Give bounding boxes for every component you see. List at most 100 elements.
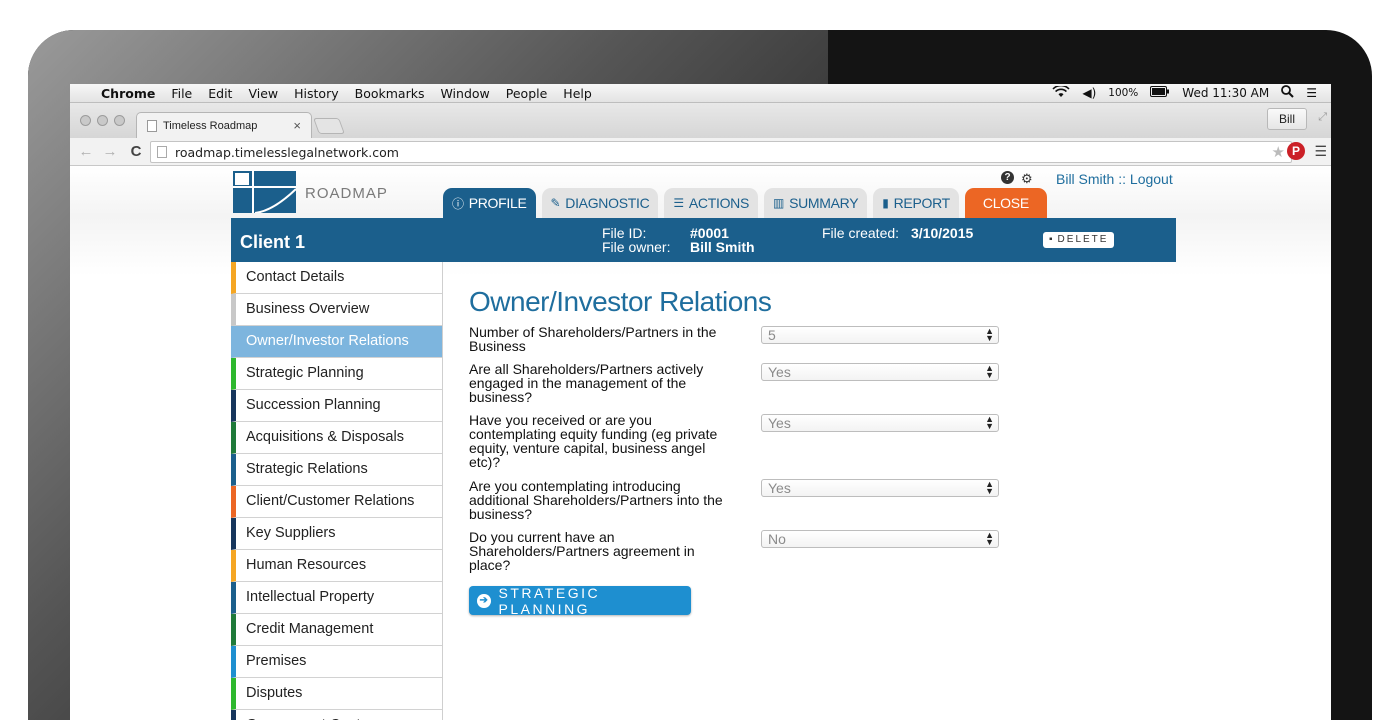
sidebar-item-human-resources[interactable]: Human Resources — [231, 550, 442, 582]
file-created-label: File created: — [822, 225, 900, 241]
sidebar-item-disputes[interactable]: Disputes — [231, 678, 442, 710]
delete-label: DELETE — [1057, 234, 1109, 245]
sidebar-item-contact-details[interactable]: Contact Details — [231, 262, 442, 294]
url-text: roadmap.timelesslegalnetwork.com — [175, 144, 399, 160]
page-title: Owner/Investor Relations — [469, 286, 772, 317]
browser-tab[interactable]: Timeless Roadmap × — [136, 112, 312, 138]
browser-toolbar: ← → C roadmap.timelesslegalnetwork.com ★… — [70, 138, 1331, 166]
battery-percent: 100% — [1108, 87, 1139, 99]
header-icons: ? ⚙ — [1001, 171, 1033, 187]
info-icon: ⓘ — [452, 196, 464, 211]
fullscreen-icon[interactable]: ⤢ — [1318, 111, 1327, 124]
select-value: Yes — [768, 415, 791, 431]
sidebar-item-strategic-planning[interactable]: Strategic Planning — [231, 358, 442, 390]
tab-label: CLOSE — [982, 195, 1029, 211]
sidebar-item-acquisitions-disposals[interactable]: Acquisitions & Disposals — [231, 422, 442, 454]
chrome-menu-icon[interactable]: ☰ — [1314, 143, 1327, 160]
close-tab-icon[interactable]: × — [293, 118, 301, 133]
roadmap-logo — [233, 171, 296, 213]
gear-icon[interactable]: ⚙ — [1021, 171, 1033, 187]
profile-button[interactable]: Bill — [1267, 108, 1307, 130]
equity-funding-select[interactable]: Yes ▲ ▼ — [761, 414, 999, 432]
tab-label: ACTIONS — [688, 195, 750, 211]
battery-icon[interactable] — [1150, 86, 1170, 100]
client-header: Client 1 File ID: #0001 File owner: Bill… — [231, 218, 1176, 262]
client-name: Client 1 — [240, 232, 306, 252]
tab-report[interactable]: ▮ REPORT — [873, 188, 959, 218]
menu-window[interactable]: Window — [440, 86, 489, 101]
select-value: No — [768, 531, 786, 547]
page-icon — [147, 119, 157, 132]
sidebar-item-credit-management[interactable]: Credit Management — [231, 614, 442, 646]
sidebar-item-key-suppliers[interactable]: Key Suppliers — [231, 518, 442, 550]
menu-people[interactable]: People — [506, 86, 548, 101]
address-bar[interactable]: roadmap.timelesslegalnetwork.com ★ — [150, 141, 1292, 163]
select-arrows-icon: ▲ ▼ — [985, 326, 994, 343]
list-icon: ☰ — [673, 196, 684, 210]
menu-view[interactable]: View — [248, 86, 278, 101]
wifi-icon[interactable] — [1052, 84, 1070, 101]
spotlight-search-icon[interactable] — [1281, 85, 1294, 101]
sidebar-item-government[interactable]: Government Cont... — [231, 710, 442, 720]
menu-edit[interactable]: Edit — [208, 86, 232, 101]
help-icon[interactable]: ? — [1001, 171, 1014, 184]
reload-icon[interactable]: C — [128, 143, 144, 160]
shareholders-agreement-select[interactable]: No ▲ ▼ — [761, 530, 999, 548]
arrow-right-icon: ➔ — [477, 593, 491, 608]
file-created-value: 3/10/2015 — [911, 225, 974, 241]
sidebar-item-owner-investor-relations[interactable]: Owner/Investor Relations — [231, 326, 442, 358]
sidebar-item-succession-planning[interactable]: Succession Planning — [231, 390, 442, 422]
section-sidebar: Contact Details Business Overview Owner/… — [231, 262, 443, 720]
sidebar-item-premises[interactable]: Premises — [231, 646, 442, 678]
tab-diagnostic[interactable]: ✎ DIAGNOSTIC — [541, 188, 659, 218]
document-icon: ▮ — [882, 196, 889, 210]
tab-label: REPORT — [893, 195, 951, 211]
bookmark-star-icon[interactable]: ★ — [1272, 143, 1285, 161]
file-owner-label: File owner: — [602, 239, 671, 255]
select-value: 5 — [768, 327, 776, 343]
window-controls — [80, 115, 125, 126]
volume-icon[interactable]: ◀) — [1082, 86, 1096, 100]
app-page: ROADMAP ⓘ PROFILE ✎ DIAGNOSTIC ☰ ACTIONS… — [70, 166, 1331, 720]
menu-file[interactable]: File — [171, 86, 192, 101]
shareholders-engaged-select[interactable]: Yes ▲ ▼ — [761, 363, 999, 381]
question-label: Have you received or are you contemplati… — [469, 412, 718, 470]
additional-shareholders-select[interactable]: Yes ▲ ▼ — [761, 479, 999, 497]
tab-close[interactable]: CLOSE — [964, 188, 1047, 218]
logo-text: ROADMAP — [305, 185, 388, 202]
zoom-window-button[interactable] — [114, 115, 125, 126]
pinterest-icon[interactable]: P — [1287, 142, 1305, 160]
minimize-window-button[interactable] — [97, 115, 108, 126]
user-logout-link[interactable]: Bill Smith :: Logout — [1056, 171, 1173, 187]
shareholders-count-select[interactable]: 5 ▲ ▼ — [761, 326, 999, 344]
laptop-screen: Chrome File Edit View History Bookmarks … — [70, 84, 1331, 720]
new-tab-button[interactable] — [313, 118, 345, 134]
back-icon[interactable]: ← — [78, 143, 94, 160]
sidebar-item-intellectual-property[interactable]: Intellectual Property — [231, 582, 442, 614]
sidebar-item-strategic-relations[interactable]: Strategic Relations — [231, 454, 442, 486]
forward-icon[interactable]: → — [102, 143, 118, 160]
close-window-button[interactable] — [80, 115, 91, 126]
notification-center-icon[interactable]: ☰ — [1306, 86, 1317, 100]
sidebar-item-client-customer-relations[interactable]: Client/Customer Relations — [231, 486, 442, 518]
tab-actions[interactable]: ☰ ACTIONS — [664, 188, 759, 218]
next-button-label: STRATEGIC PLANNING — [498, 584, 601, 617]
menu-app-name[interactable]: Chrome — [101, 86, 155, 101]
browser-tab-strip: Timeless Roadmap × Bill ⤢ — [70, 103, 1331, 138]
tab-summary[interactable]: ▥ SUMMARY — [764, 188, 868, 218]
edit-icon: ✎ — [550, 196, 561, 210]
select-arrows-icon: ▲ ▼ — [985, 363, 994, 380]
next-section-button[interactable]: ➔ STRATEGIC PLANNING — [469, 584, 691, 617]
delete-button[interactable]: ▪ DELETE — [1043, 232, 1115, 248]
page-icon — [157, 146, 167, 158]
clock[interactable]: Wed 11:30 AM — [1182, 86, 1269, 100]
sidebar-item-business-overview[interactable]: Business Overview — [231, 294, 442, 326]
select-arrows-icon: ▲ ▼ — [985, 414, 994, 431]
menu-help[interactable]: Help — [563, 86, 592, 101]
menu-history[interactable]: History — [294, 86, 338, 101]
question-label: Do you current have an Shareholders/Part… — [469, 529, 695, 573]
bar-chart-icon: ▥ — [773, 196, 785, 210]
select-value: Yes — [768, 364, 791, 380]
menu-bookmarks[interactable]: Bookmarks — [355, 86, 425, 101]
tab-profile[interactable]: ⓘ PROFILE — [443, 188, 536, 218]
